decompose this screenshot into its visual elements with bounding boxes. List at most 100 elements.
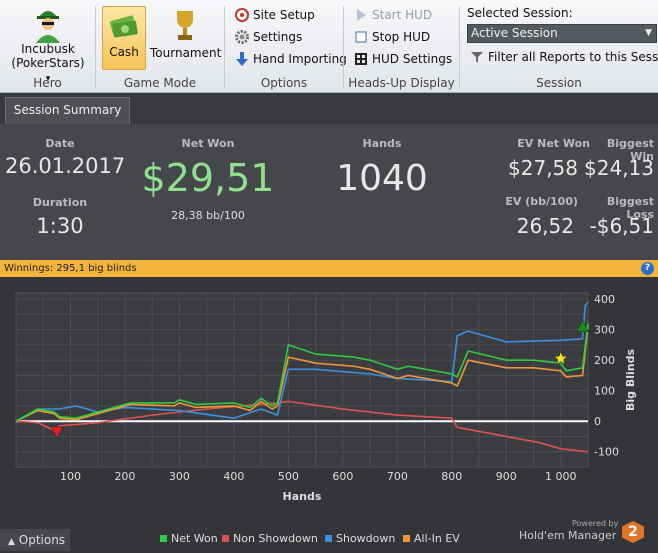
hero-group: Incubusk (PokerStars) ▾ Hero [0, 0, 95, 93]
settings-label: Settings [253, 30, 303, 44]
legend-showdown-label: Showdown [336, 532, 396, 545]
ev-net-won-value: $27,58 [508, 156, 578, 180]
caret-up-icon: ▲ [8, 537, 15, 547]
import-arrow-icon [235, 52, 249, 66]
hud-caption: Heads-Up Display [348, 76, 455, 90]
legend-allin-ev-label: All-In EV [414, 532, 460, 545]
trophy-icon [177, 11, 193, 40]
duration-value: 1:30 [36, 214, 84, 238]
biggest-win-value: $24,13 [584, 156, 654, 180]
settings-button[interactable]: Settings [235, 30, 302, 44]
site-setup-label: Site Setup [253, 8, 315, 22]
site-setup-button[interactable]: Site Setup [235, 8, 315, 22]
legend-net-won: Net Won [160, 532, 218, 545]
legend-non-showdown: Non Showdown [222, 532, 318, 545]
stop-hud-button[interactable]: Stop HUD [354, 30, 430, 44]
date-value: 26.01.2017 [5, 154, 126, 178]
session-select[interactable]: Active Session ▼ [467, 24, 657, 43]
legend-showdown: Showdown [325, 532, 395, 545]
biggest-loss-value: -$6,51 [589, 214, 654, 238]
legend-showdown-swatch [325, 535, 332, 542]
tournament-button[interactable]: Tournament [150, 6, 222, 60]
cash-label: Cash [109, 45, 139, 59]
session-select-value: Active Session [471, 26, 558, 40]
filter-reports-label: Filter all Reports to this Session [488, 50, 658, 64]
options-toggle-button[interactable]: ▲ Options [0, 529, 70, 551]
tab-session-summary[interactable]: Session Summary [5, 97, 130, 124]
y-tick-label: 0 [594, 415, 601, 428]
selected-session-label: Selected Session: [467, 6, 573, 20]
x-tick-label: 800 [441, 470, 462, 483]
hero-site-label: (PokerStars) [11, 56, 85, 70]
legend-non-showdown-label: Non Showdown [233, 532, 318, 545]
x-tick-label: 700 [387, 470, 408, 483]
money-icon [110, 15, 138, 38]
ev-bb100-label: EV (bb/100) [505, 195, 578, 208]
cash-button[interactable]: Cash [102, 6, 146, 70]
hero-caption: Hero [33, 76, 62, 90]
start-hud-label: Start HUD [372, 8, 433, 22]
x-tick-label: 500 [278, 470, 299, 483]
winnings-bar: Winnings: 295,1 big blinds ? [0, 260, 658, 277]
ev-bb100-value: 26,52 [516, 214, 574, 238]
options-caption: Options [260, 76, 308, 90]
game-mode-caption: Game Mode [123, 76, 197, 90]
footer-bar: ▲ Options Net Won Non Showdown Showdown … [0, 519, 658, 553]
filter-icon [470, 50, 484, 64]
x-tick-label: 600 [332, 470, 353, 483]
hud-grid-icon [354, 52, 368, 66]
session-caption: Session [536, 76, 582, 90]
duration-label: Duration [32, 196, 88, 209]
help-icon[interactable]: ? [641, 262, 654, 275]
hands-value: 1040 [336, 158, 428, 199]
play-icon [354, 8, 368, 22]
hero-avatar-icon [36, 11, 60, 43]
hero-name: Incubusk [21, 42, 75, 56]
net-won-label: Net Won [181, 137, 235, 150]
hud-settings-button[interactable]: HUD Settings [354, 52, 452, 66]
hero-button[interactable]: Incubusk (PokerStars) ▾ [8, 5, 88, 84]
x-tick-label: 1 000 [545, 470, 577, 483]
session-summary-panel: Date 26.01.2017 Duration 1:30 Net Won $2… [0, 124, 658, 260]
tournament-label: Tournament [150, 46, 222, 60]
powered-by-label: Powered by [572, 519, 619, 528]
winnings-text: Winnings: 295,1 big blinds [4, 263, 137, 274]
hud-group: Start HUD Stop HUD HUD Settings Heads-Up… [344, 0, 459, 93]
poker-chip-icon [235, 8, 249, 22]
hand-importing-button[interactable]: Hand Importing [235, 52, 347, 66]
bb100-value: 28,38 bb/100 [171, 209, 245, 222]
options-label: Options [18, 533, 66, 547]
session-group: Selected Session: Active Session ▼ Filte… [460, 0, 658, 93]
y-tick-label: 400 [594, 293, 615, 306]
start-hud-button[interactable]: Start HUD [354, 8, 432, 22]
legend-net-won-swatch [160, 535, 167, 542]
plot-background [15, 292, 589, 468]
dropdown-arrow-icon: ▼ [645, 28, 652, 38]
legend-net-won-label: Net Won [171, 532, 218, 545]
hand-importing-label: Hand Importing [253, 52, 347, 66]
y-tick-label: -100 [594, 446, 619, 459]
winnings-chart-area: 100 200 300 400 500 600 700 800 900 1 000 -100 0 100… [0, 277, 658, 527]
hud-settings-label: HUD Settings [372, 52, 453, 66]
y-tick-label: 100 [594, 385, 615, 398]
options-group: Site Setup Settings Hand Importing Optio… [225, 0, 347, 93]
stop-hud-label: Stop HUD [372, 30, 431, 44]
ev-net-won-label: EV Net Won [517, 137, 590, 150]
x-tick-label: 200 [114, 470, 135, 483]
y-tick-label: 300 [594, 324, 615, 337]
x-tick-label: 300 [169, 470, 190, 483]
stop-icon [354, 30, 368, 44]
x-tick-label: 400 [223, 470, 244, 483]
date-label: Date [45, 137, 75, 150]
x-tick-label: 100 [60, 470, 81, 483]
y-axis-label: Big Blinds [624, 349, 637, 411]
ribbon-toolbar: Incubusk (PokerStars) ▾ Hero Cash Tourna… [0, 0, 658, 93]
legend-non-showdown-swatch [222, 535, 229, 542]
filter-reports-button[interactable]: Filter all Reports to this Session [470, 50, 658, 64]
legend-allin-ev-swatch [403, 535, 410, 542]
legend-allin-ev: All-In EV [403, 532, 460, 545]
net-won-value: $29,51 [141, 156, 275, 200]
game-mode-group: Cash Tournament Game Mode [96, 0, 224, 93]
y-tick-label: 200 [594, 354, 615, 367]
gear-icon [235, 30, 249, 44]
